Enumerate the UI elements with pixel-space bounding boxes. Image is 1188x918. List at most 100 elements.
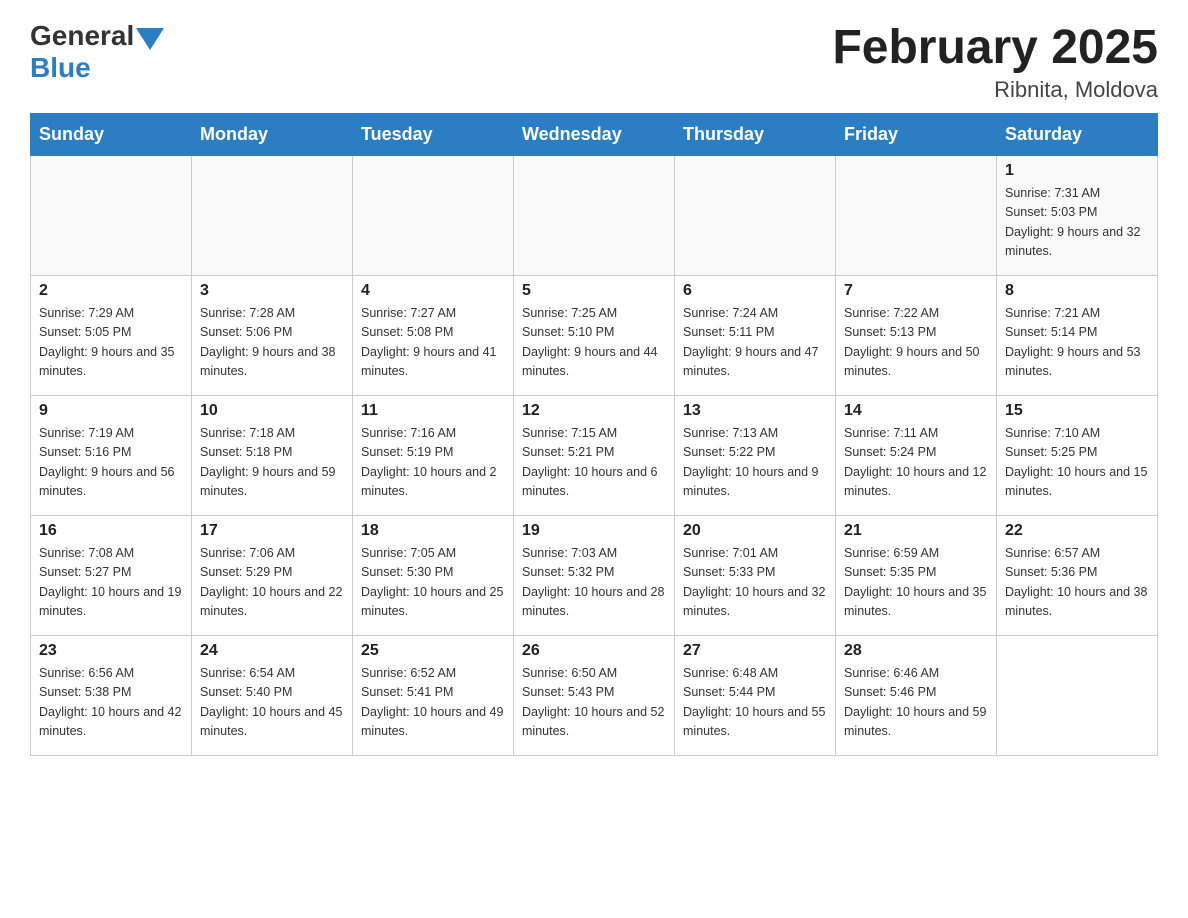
calendar-cell	[514, 156, 675, 276]
day-number: 2	[39, 282, 183, 300]
day-info: Sunrise: 7:28 AMSunset: 5:06 PMDaylight:…	[200, 304, 344, 382]
day-number: 12	[522, 402, 666, 420]
logo-general-text: General	[30, 20, 134, 52]
calendar-cell: 4Sunrise: 7:27 AMSunset: 5:08 PMDaylight…	[353, 276, 514, 396]
calendar-cell: 3 Sunrise: 7:28 AMSunset: 5:06 PMDaylight…	[192, 276, 353, 396]
day-info: Sunrise: 7:08 AMSunset: 5:27 PMDaylight:…	[39, 544, 183, 622]
calendar-cell: 7Sunrise: 7:22 AMSunset: 5:13 PMDaylight…	[836, 276, 997, 396]
calendar-week-row: 9 Sunrise: 7:19 AMSunset: 5:16 PMDaylight…	[31, 396, 1158, 516]
day-info: Sunrise: 6:52 AMSunset: 5:41 PMDaylight:…	[361, 664, 505, 742]
day-number: 23	[39, 642, 183, 660]
day-number: 7	[844, 282, 988, 300]
day-info: Sunrise: 6:46 AMSunset: 5:46 PMDaylight:…	[844, 664, 988, 742]
calendar-week-row: 16 Sunrise: 7:08 AMSunset: 5:27 PMDayligh…	[31, 516, 1158, 636]
day-info: Sunrise: 7:24 AMSunset: 5:11 PMDaylight:…	[683, 304, 827, 382]
day-number: 26	[522, 642, 666, 660]
calendar-cell: 26 Sunrise: 6:50 AMSunset: 5:43 PMDayligh…	[514, 636, 675, 756]
day-info: Sunrise: 6:48 AMSunset: 5:44 PMDaylight:…	[683, 664, 827, 742]
day-number: 3	[200, 282, 344, 300]
calendar-week-row: 1Sunrise: 7:31 AMSunset: 5:03 PMDaylight…	[31, 156, 1158, 276]
calendar-cell: 12 Sunrise: 7:15 AMSunset: 5:21 PMDayligh…	[514, 396, 675, 516]
calendar-cell: 15Sunrise: 7:10 AMSunset: 5:25 PMDayligh…	[997, 396, 1158, 516]
calendar-cell: 21 Sunrise: 6:59 AMSunset: 5:35 PMDayligh…	[836, 516, 997, 636]
calendar-cell	[353, 156, 514, 276]
day-number: 28	[844, 642, 988, 660]
calendar-header-saturday: Saturday	[997, 114, 1158, 156]
day-info: Sunrise: 6:57 AMSunset: 5:36 PMDaylight:…	[1005, 544, 1149, 622]
day-number: 19	[522, 522, 666, 540]
calendar-header-row: SundayMondayTuesdayWednesdayThursdayFrid…	[31, 114, 1158, 156]
day-info: Sunrise: 6:59 AMSunset: 5:35 PMDaylight:…	[844, 544, 988, 622]
calendar-cell: 1Sunrise: 7:31 AMSunset: 5:03 PMDaylight…	[997, 156, 1158, 276]
calendar-cell: 17 Sunrise: 7:06 AMSunset: 5:29 PMDayligh…	[192, 516, 353, 636]
calendar-cell: 28 Sunrise: 6:46 AMSunset: 5:46 PMDayligh…	[836, 636, 997, 756]
day-number: 18	[361, 522, 505, 540]
day-info: Sunrise: 7:06 AMSunset: 5:29 PMDaylight:…	[200, 544, 344, 622]
calendar-cell: 25 Sunrise: 6:52 AMSunset: 5:41 PMDayligh…	[353, 636, 514, 756]
day-info: Sunrise: 7:01 AMSunset: 5:33 PMDaylight:…	[683, 544, 827, 622]
calendar-cell: 14 Sunrise: 7:11 AMSunset: 5:24 PMDayligh…	[836, 396, 997, 516]
calendar-cell: 5Sunrise: 7:25 AMSunset: 5:10 PMDaylight…	[514, 276, 675, 396]
day-number: 6	[683, 282, 827, 300]
day-number: 27	[683, 642, 827, 660]
calendar-cell: 9 Sunrise: 7:19 AMSunset: 5:16 PMDaylight…	[31, 396, 192, 516]
logo: General Blue	[30, 20, 164, 84]
day-number: 24	[200, 642, 344, 660]
calendar-cell: 16 Sunrise: 7:08 AMSunset: 5:27 PMDayligh…	[31, 516, 192, 636]
month-title: February 2025	[832, 20, 1158, 75]
day-number: 8	[1005, 282, 1149, 300]
calendar-week-row: 2 Sunrise: 7:29 AMSunset: 5:05 PMDaylight…	[31, 276, 1158, 396]
day-info: Sunrise: 7:15 AMSunset: 5:21 PMDaylight:…	[522, 424, 666, 502]
page-header: General Blue February 2025 Ribnita, Mold…	[30, 20, 1158, 103]
day-number: 14	[844, 402, 988, 420]
day-info: Sunrise: 7:31 AMSunset: 5:03 PMDaylight:…	[1005, 184, 1149, 262]
day-info: Sunrise: 7:03 AMSunset: 5:32 PMDaylight:…	[522, 544, 666, 622]
day-number: 9	[39, 402, 183, 420]
calendar-header-tuesday: Tuesday	[353, 114, 514, 156]
day-number: 16	[39, 522, 183, 540]
calendar-cell	[31, 156, 192, 276]
day-number: 25	[361, 642, 505, 660]
calendar-cell: 23 Sunrise: 6:56 AMSunset: 5:38 PMDayligh…	[31, 636, 192, 756]
calendar-cell: 27 Sunrise: 6:48 AMSunset: 5:44 PMDayligh…	[675, 636, 836, 756]
day-info: Sunrise: 6:54 AMSunset: 5:40 PMDaylight:…	[200, 664, 344, 742]
calendar-header-sunday: Sunday	[31, 114, 192, 156]
day-number: 11	[361, 402, 505, 420]
day-info: Sunrise: 7:05 AMSunset: 5:30 PMDaylight:…	[361, 544, 505, 622]
calendar-body: 1Sunrise: 7:31 AMSunset: 5:03 PMDaylight…	[31, 156, 1158, 756]
calendar-cell: 2 Sunrise: 7:29 AMSunset: 5:05 PMDaylight…	[31, 276, 192, 396]
calendar-cell: 19 Sunrise: 7:03 AMSunset: 5:32 PMDayligh…	[514, 516, 675, 636]
calendar-cell: 8 Sunrise: 7:21 AMSunset: 5:14 PMDaylight…	[997, 276, 1158, 396]
day-number: 22	[1005, 522, 1149, 540]
calendar-header-wednesday: Wednesday	[514, 114, 675, 156]
calendar-cell	[192, 156, 353, 276]
day-number: 20	[683, 522, 827, 540]
day-info: Sunrise: 6:50 AMSunset: 5:43 PMDaylight:…	[522, 664, 666, 742]
calendar-cell	[997, 636, 1158, 756]
day-info: Sunrise: 7:29 AMSunset: 5:05 PMDaylight:…	[39, 304, 183, 382]
logo-blue-text: Blue	[30, 52, 164, 84]
day-info: Sunrise: 7:11 AMSunset: 5:24 PMDaylight:…	[844, 424, 988, 502]
calendar-cell	[836, 156, 997, 276]
calendar-header-monday: Monday	[192, 114, 353, 156]
calendar-cell	[675, 156, 836, 276]
calendar-header-thursday: Thursday	[675, 114, 836, 156]
calendar-cell: 24 Sunrise: 6:54 AMSunset: 5:40 PMDayligh…	[192, 636, 353, 756]
day-info: Sunrise: 7:18 AMSunset: 5:18 PMDaylight:…	[200, 424, 344, 502]
calendar-cell: 20 Sunrise: 7:01 AMSunset: 5:33 PMDayligh…	[675, 516, 836, 636]
day-info: Sunrise: 7:21 AMSunset: 5:14 PMDaylight:…	[1005, 304, 1149, 382]
day-number: 17	[200, 522, 344, 540]
calendar-cell: 22 Sunrise: 6:57 AMSunset: 5:36 PMDayligh…	[997, 516, 1158, 636]
calendar-cell: 13 Sunrise: 7:13 AMSunset: 5:22 PMDayligh…	[675, 396, 836, 516]
day-info: Sunrise: 7:19 AMSunset: 5:16 PMDaylight:…	[39, 424, 183, 502]
calendar-week-row: 23 Sunrise: 6:56 AMSunset: 5:38 PMDayligh…	[31, 636, 1158, 756]
day-info: Sunrise: 7:13 AMSunset: 5:22 PMDaylight:…	[683, 424, 827, 502]
location-title: Ribnita, Moldova	[832, 77, 1158, 103]
day-number: 15	[1005, 402, 1149, 420]
day-number: 21	[844, 522, 988, 540]
day-info: Sunrise: 6:56 AMSunset: 5:38 PMDaylight:…	[39, 664, 183, 742]
title-section: February 2025 Ribnita, Moldova	[832, 20, 1158, 103]
day-info: Sunrise: 7:25 AMSunset: 5:10 PMDaylight:…	[522, 304, 666, 382]
day-number: 13	[683, 402, 827, 420]
logo-triangle-icon	[136, 28, 164, 50]
